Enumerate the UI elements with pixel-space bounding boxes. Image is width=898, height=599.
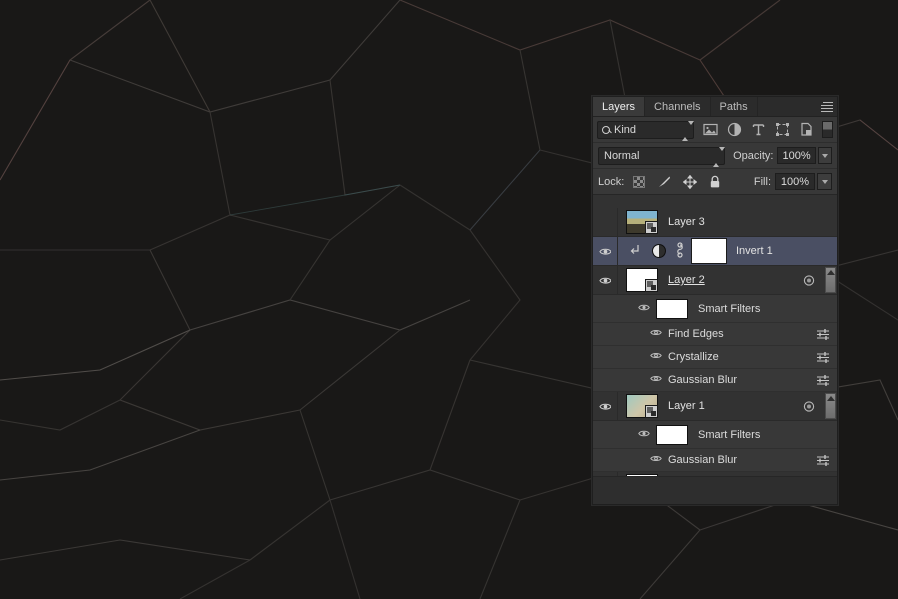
lock-buttons bbox=[633, 174, 721, 189]
eye-icon[interactable] bbox=[650, 454, 662, 466]
filter-enable-toggle[interactable] bbox=[822, 121, 833, 138]
panel-menu-icon[interactable] bbox=[819, 102, 833, 112]
filter-mask-thumbnail[interactable] bbox=[656, 298, 688, 319]
brush-icon[interactable] bbox=[657, 175, 671, 189]
filter-blending-options-icon[interactable] bbox=[816, 374, 830, 387]
checkerboard-icon[interactable] bbox=[633, 175, 646, 188]
layer-list[interactable]: Layer 3 Invert 1 Layer 2 Smart Filters F… bbox=[593, 208, 837, 476]
lock-label: Lock: bbox=[598, 175, 625, 188]
layer-name[interactable]: Invert 1 bbox=[736, 245, 773, 257]
smart-filter-fx-icon[interactable] bbox=[803, 274, 817, 287]
magnifier-icon bbox=[602, 125, 610, 134]
filter-mask-thumbnail[interactable] bbox=[656, 424, 688, 445]
layer-name[interactable]: Layer 3 bbox=[668, 216, 705, 228]
blend-mode-value: Normal bbox=[604, 149, 640, 162]
visibility-toggle-layer-1[interactable] bbox=[593, 392, 618, 420]
tab-layers[interactable]: Layers bbox=[593, 97, 646, 116]
layers-panel: Layers Channels Paths Kind Normal Opacit… bbox=[592, 96, 838, 505]
panel-tab-bar: Layers Channels Paths bbox=[593, 97, 837, 117]
kind-stepper-icon[interactable] bbox=[682, 120, 694, 141]
fill-input[interactable]: 100% bbox=[775, 173, 815, 190]
layer-thumbnail[interactable] bbox=[626, 394, 658, 418]
visibility-toggle-invert-1[interactable] bbox=[593, 237, 618, 265]
shape-icon[interactable] bbox=[775, 122, 790, 137]
layer-name[interactable]: Layer 2 bbox=[668, 274, 705, 286]
list-item[interactable]: Find Edges bbox=[593, 323, 837, 346]
list-item[interactable]: Gaussian Blur bbox=[593, 369, 837, 392]
image-icon[interactable] bbox=[703, 122, 718, 137]
opacity-dropdown-icon[interactable] bbox=[817, 147, 833, 164]
fill-dropdown-icon[interactable] bbox=[817, 173, 832, 190]
blend-bar: Normal Opacity: 100% bbox=[593, 143, 837, 169]
smart-object-badge-icon bbox=[645, 279, 658, 292]
layer-expand-toggle[interactable] bbox=[825, 393, 836, 419]
smart-object-badge-icon bbox=[645, 221, 658, 234]
smart-filter-name[interactable]: Gaussian Blur bbox=[668, 454, 737, 466]
layer-mask-thumbnail[interactable] bbox=[691, 238, 727, 264]
table-row[interactable]: Layer 3 bbox=[593, 208, 837, 237]
panel-footer bbox=[593, 476, 837, 504]
blend-stepper-icon[interactable] bbox=[713, 146, 726, 167]
layer-expand-toggle[interactable] bbox=[825, 267, 836, 293]
fill-label: Fill: bbox=[753, 175, 771, 188]
list-item[interactable]: Gaussian Blur bbox=[593, 449, 837, 472]
smart-filter-name[interactable]: Crystallize bbox=[668, 351, 719, 363]
table-row[interactable]: Layer 2 bbox=[593, 266, 837, 295]
visibility-toggle-layer-2[interactable] bbox=[593, 266, 618, 294]
invert-adjustment-icon[interactable] bbox=[652, 244, 666, 258]
eye-icon[interactable] bbox=[638, 303, 650, 315]
padlock-icon[interactable] bbox=[709, 175, 721, 189]
opacity-label: Opacity: bbox=[733, 149, 774, 162]
kind-filter-select[interactable]: Kind bbox=[597, 120, 694, 141]
visibility-toggle-layer-3[interactable] bbox=[593, 208, 618, 236]
smart-filters-label: Smart Filters bbox=[698, 428, 761, 441]
tab-paths[interactable]: Paths bbox=[710, 97, 758, 116]
filter-blending-options-icon[interactable] bbox=[816, 351, 830, 364]
list-item[interactable]: Crystallize bbox=[593, 346, 837, 369]
layer-thumbnail[interactable] bbox=[626, 268, 658, 292]
move-arrows-icon[interactable] bbox=[682, 174, 698, 189]
smart-filters-header[interactable]: Smart Filters bbox=[593, 421, 837, 449]
type-icon[interactable] bbox=[751, 122, 766, 137]
smart-object-icon[interactable] bbox=[799, 122, 814, 137]
filter-blending-options-icon[interactable] bbox=[816, 328, 830, 341]
eye-icon bbox=[598, 402, 612, 411]
blend-mode-select[interactable]: Normal bbox=[598, 146, 726, 167]
smart-filters-header[interactable]: Smart Filters bbox=[593, 295, 837, 323]
eye-icon[interactable] bbox=[650, 374, 662, 386]
link-icon[interactable] bbox=[675, 241, 685, 261]
kind-filter-label: Kind bbox=[614, 123, 637, 136]
lock-bar: Lock: Fill: 100% bbox=[593, 169, 837, 195]
smart-filters-label: Smart Filters bbox=[698, 302, 761, 315]
layer-thumbnail[interactable] bbox=[626, 210, 658, 234]
eye-icon[interactable] bbox=[650, 351, 662, 363]
eye-icon bbox=[598, 276, 612, 285]
opacity-input[interactable]: 100% bbox=[777, 147, 816, 164]
table-row[interactable]: Invert 1 bbox=[593, 237, 837, 266]
table-row[interactable]: Layer 1 bbox=[593, 392, 837, 421]
fill-group: Fill: 100% bbox=[746, 173, 832, 190]
smart-object-badge-icon bbox=[645, 405, 658, 418]
eye-icon[interactable] bbox=[650, 328, 662, 340]
smart-filter-name[interactable]: Find Edges bbox=[668, 328, 724, 340]
adjustment-icon[interactable] bbox=[727, 122, 742, 137]
filter-blending-options-icon[interactable] bbox=[816, 454, 830, 467]
layer-type-filters bbox=[703, 122, 814, 137]
filter-bar: Kind bbox=[593, 117, 837, 143]
layer-name[interactable]: Layer 1 bbox=[668, 400, 705, 412]
smart-filter-name[interactable]: Gaussian Blur bbox=[668, 374, 737, 386]
clipping-mask-icon bbox=[629, 243, 643, 260]
tab-channels[interactable]: Channels bbox=[645, 97, 711, 116]
eye-icon bbox=[598, 247, 612, 256]
smart-filter-fx-icon[interactable] bbox=[803, 400, 817, 413]
eye-icon[interactable] bbox=[638, 429, 650, 441]
